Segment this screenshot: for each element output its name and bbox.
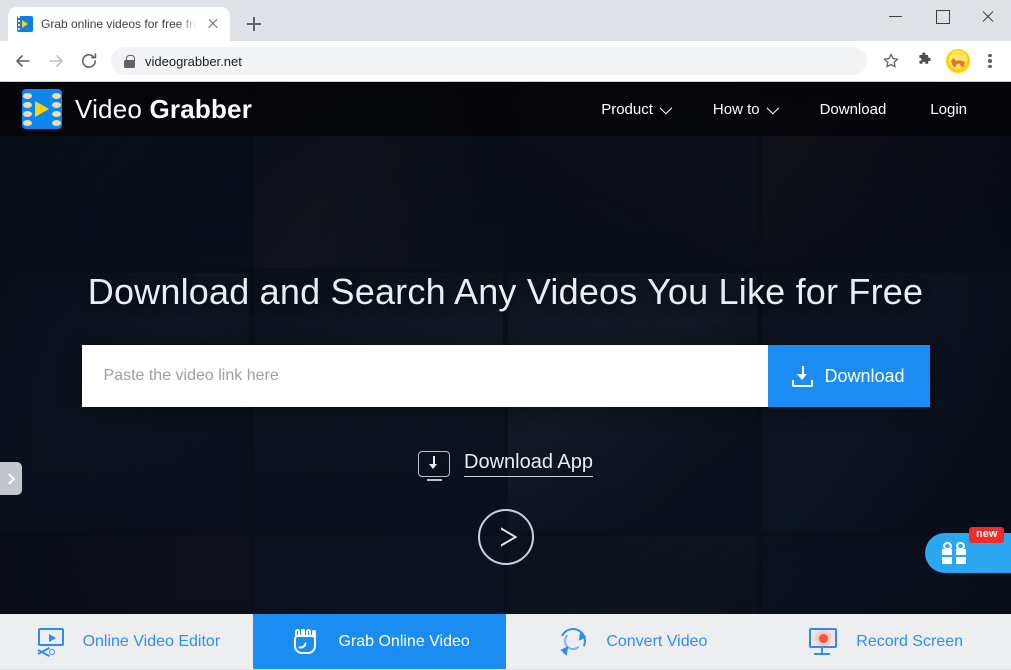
- forward-icon[interactable]: [41, 46, 71, 76]
- grab-hand-icon: [288, 627, 322, 657]
- chevron-right-icon: [3, 472, 16, 485]
- nav-item-product[interactable]: Product: [579, 101, 691, 118]
- download-icon: [792, 365, 814, 387]
- brand-word-light: Video: [75, 93, 143, 124]
- tab-title: Grab online videos for free from: [41, 17, 197, 31]
- tab-label: Record Screen: [856, 632, 963, 650]
- download-app-label: Download App: [464, 451, 593, 477]
- play-video-button[interactable]: [477, 509, 534, 565]
- reload-icon[interactable]: [74, 46, 104, 76]
- site-header: Video Grabber Product How to Download Lo…: [0, 82, 1011, 136]
- bookmark-star-icon[interactable]: [876, 46, 906, 76]
- tab-online-video-editor[interactable]: Online Video Editor: [0, 614, 253, 669]
- hero-section: Download and Search Any Videos You Like …: [0, 136, 1011, 614]
- download-app-icon: [418, 451, 450, 481]
- minimize-button[interactable]: [873, 0, 919, 32]
- window-controls: [873, 0, 1011, 32]
- nav-item-download[interactable]: Download: [798, 101, 909, 118]
- close-tab-icon[interactable]: [205, 16, 221, 32]
- brand-word-bold: Grabber: [149, 93, 253, 124]
- download-button[interactable]: Download: [767, 345, 930, 407]
- chevron-down-icon: [659, 101, 673, 114]
- download-button-label: Download: [824, 365, 905, 386]
- favicon-icon: [17, 16, 33, 32]
- tab-grab-online-video[interactable]: Grab Online Video: [252, 614, 506, 669]
- new-tab-button[interactable]: [240, 10, 268, 38]
- profile-avatar[interactable]: [946, 49, 970, 73]
- gift-icon: [942, 542, 966, 564]
- close-window-button[interactable]: [965, 0, 1011, 32]
- browser-toolbar: videograbber.net: [0, 41, 1011, 82]
- back-icon[interactable]: [8, 46, 38, 76]
- tab-convert-video[interactable]: Convert Video: [506, 614, 759, 669]
- maximize-button[interactable]: [919, 0, 965, 32]
- video-editor-icon: [33, 627, 67, 657]
- tab-strip: Grab online videos for free from: [0, 0, 268, 41]
- browser-titlebar: Grab online videos for free from: [0, 0, 1011, 41]
- chevron-down-icon: [766, 101, 779, 114]
- lock-icon: [124, 54, 135, 68]
- filmstrip-play-icon: [22, 89, 62, 129]
- url-text: videograbber.net: [145, 53, 242, 69]
- tab-label: Grab Online Video: [338, 632, 470, 650]
- webpage-viewport: Video Grabber Product How to Download Lo…: [0, 82, 1011, 669]
- bottom-tab-bar: Online Video Editor Grab Online Video Co…: [0, 614, 1011, 669]
- nav-label: Download: [819, 100, 887, 118]
- nav-label: Login: [930, 100, 967, 118]
- tab-record-screen[interactable]: Record Screen: [758, 614, 1011, 669]
- address-bar[interactable]: videograbber.net: [111, 47, 867, 75]
- new-badge: new: [969, 527, 1005, 543]
- carousel-next-button[interactable]: [0, 462, 22, 495]
- nav-label: How to: [712, 100, 760, 118]
- site-logo[interactable]: Video Grabber: [22, 89, 252, 129]
- nav-item-login[interactable]: Login: [908, 101, 989, 118]
- play-icon: [501, 527, 518, 547]
- page-title: Download and Search Any Videos You Like …: [87, 271, 924, 312]
- nav-label: Product: [601, 100, 653, 118]
- site-navigation: Product How to Download Login: [579, 101, 989, 118]
- convert-arrows-icon: [556, 623, 590, 658]
- brand-name: Video Grabber: [75, 94, 252, 125]
- gift-promo-widget[interactable]: new: [925, 527, 1011, 573]
- download-app-link[interactable]: Download App: [418, 451, 593, 481]
- video-link-search-bar: Download: [81, 345, 930, 407]
- tab-label: Convert Video: [606, 632, 708, 650]
- extensions-puzzle-icon[interactable]: [909, 46, 939, 76]
- browser-window: Grab online videos for free from videogr…: [0, 0, 1011, 670]
- record-screen-icon: [806, 627, 840, 657]
- search-input[interactable]: [81, 345, 768, 407]
- browser-tab[interactable]: Grab online videos for free from: [8, 7, 230, 41]
- nav-item-how-to[interactable]: How to: [691, 101, 798, 118]
- chrome-menu-icon[interactable]: [977, 46, 1003, 76]
- tab-label: Online Video Editor: [82, 632, 221, 650]
